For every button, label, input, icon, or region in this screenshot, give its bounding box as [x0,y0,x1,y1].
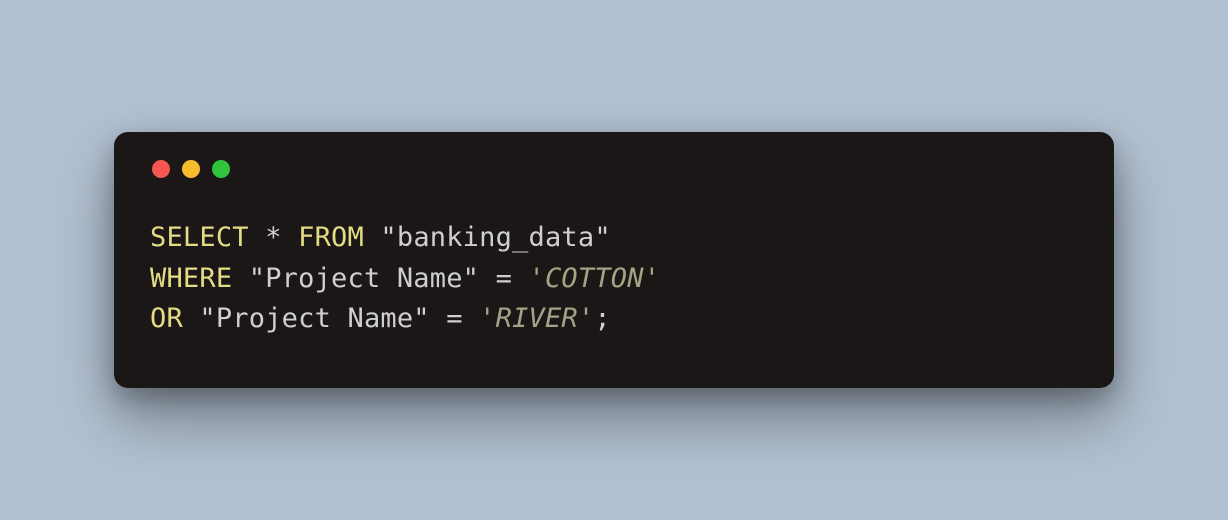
space [364,222,380,253]
space [183,303,199,334]
semicolon: ; [594,303,610,334]
maximize-icon[interactable] [212,160,230,178]
keyword-from: FROM [298,222,364,253]
close-icon[interactable] [152,160,170,178]
code-block: SELECT * FROM "banking_data" WHERE "Proj… [150,218,1078,340]
keyword-select: SELECT [150,222,249,253]
column-name: "Project Name" [199,303,429,334]
keyword-where: WHERE [150,263,232,294]
equals-operator: = [430,303,479,334]
keyword-or: OR [150,303,183,334]
string-literal: 'COTTON' [529,263,661,294]
star-operator: * [249,222,298,253]
table-name: "banking_data" [380,222,610,253]
space [232,263,248,294]
window-controls [152,160,1078,178]
column-name: "Project Name" [249,263,479,294]
code-window: SELECT * FROM "banking_data" WHERE "Proj… [114,132,1114,388]
string-literal: 'RIVER' [479,303,594,334]
minimize-icon[interactable] [182,160,200,178]
equals-operator: = [479,263,528,294]
